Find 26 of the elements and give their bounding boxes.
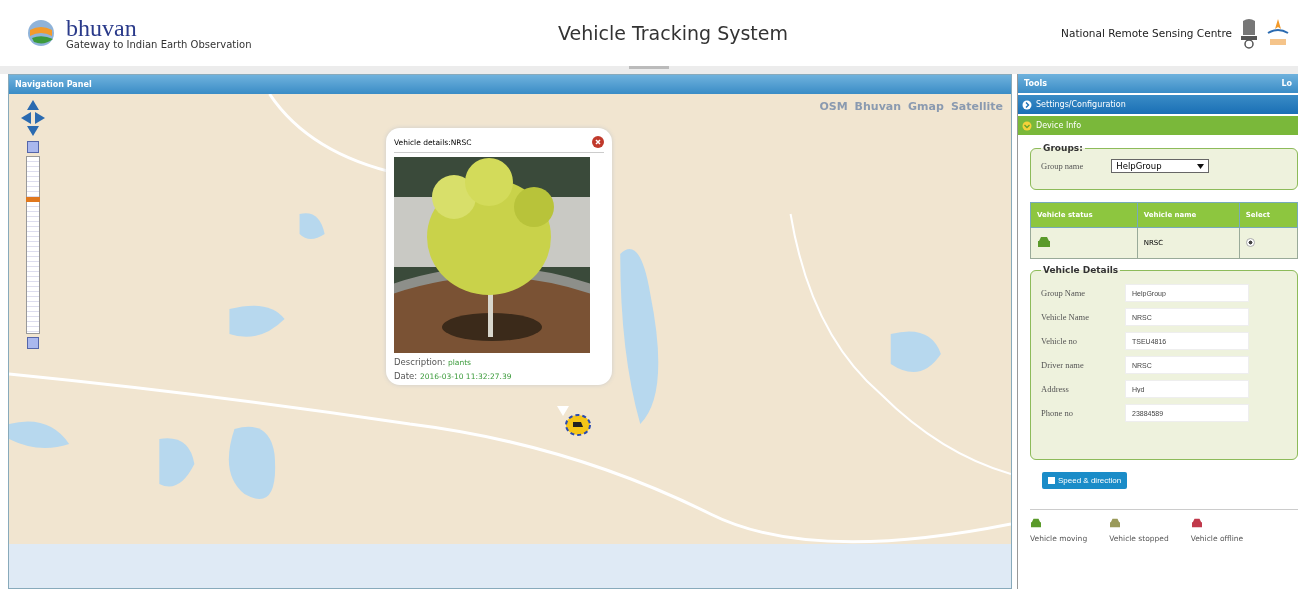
dropdown-caret-icon <box>1197 163 1205 169</box>
tagline: Gateway to Indian Earth Observation <box>66 38 252 50</box>
square-icon <box>1048 477 1055 484</box>
page-title: Vehicle Tracking System <box>558 22 788 44</box>
field-label: Vehicle no <box>1041 336 1079 346</box>
collapse-icon <box>1022 120 1032 131</box>
details-legend: Vehicle Details <box>1041 265 1121 275</box>
speed-direction-button[interactable]: Speed & direction <box>1042 472 1128 489</box>
brand-name: bhuvan <box>66 16 137 39</box>
panel-header: Navigation Panel <box>9 75 1011 94</box>
field-label: Phone no <box>1041 408 1074 418</box>
field-label: Group Name <box>1041 288 1087 298</box>
expand-icon <box>1022 99 1032 110</box>
field-label: Group name <box>1041 161 1084 171</box>
logout-link[interactable]: Lo <box>1281 79 1292 88</box>
organization-name: National Remote Sensing Centre <box>1061 27 1232 39</box>
emblem-icon <box>1238 17 1260 49</box>
group-legend: Groups: <box>1041 143 1085 153</box>
field-label: Driver name <box>1041 360 1085 370</box>
field-label: Address <box>1041 384 1070 394</box>
field-label: Vehicle Name <box>1041 312 1090 322</box>
accordion-header[interactable]: Settings/Configuration <box>1018 93 1298 114</box>
accordion-header[interactable]: Device Info <box>1018 114 1298 135</box>
select-radio[interactable] <box>1245 237 1255 247</box>
group-select[interactable]: HelpGroup <box>1111 159 1210 173</box>
panel-title: Tools <box>1024 79 1047 88</box>
